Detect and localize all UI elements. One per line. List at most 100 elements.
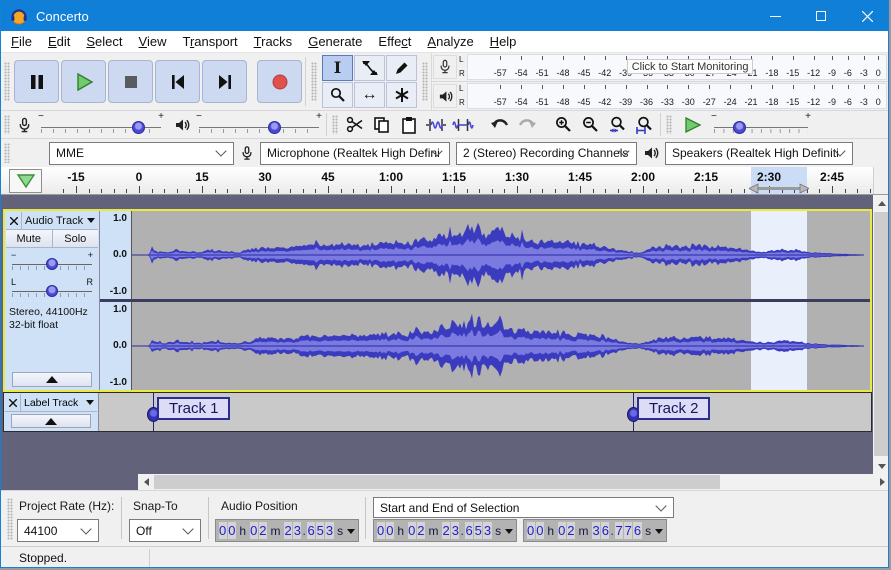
mixer-toolbar-grip[interactable] <box>4 115 10 134</box>
solo-button[interactable]: Solo <box>52 230 98 247</box>
multi-tool-button[interactable] <box>386 82 417 108</box>
recording-volume-slider[interactable]: − + <box>36 111 166 138</box>
minimize-button[interactable] <box>752 1 798 31</box>
label-track[interactable]: Label Track Track 1 Track 2 <box>3 392 872 432</box>
playback-volume-thumb[interactable] <box>267 120 281 134</box>
selection-end-field[interactable]: 00h02m36.776s <box>523 519 667 542</box>
audio-host-select[interactable]: MME <box>49 141 234 165</box>
play-speed-slider[interactable]: − + <box>709 111 813 138</box>
snap-to-select[interactable]: Off <box>129 519 201 542</box>
draw-tool-button[interactable] <box>386 55 417 81</box>
recording-channels-select[interactable]: 2 (Stereo) Recording Channels <box>456 141 637 165</box>
scroll-right-button[interactable] <box>874 474 888 490</box>
cut-button[interactable] <box>342 112 367 137</box>
waveform-left[interactable] <box>132 211 870 299</box>
menu-item-file[interactable]: File <box>3 32 40 51</box>
playback-meter-speaker-button[interactable] <box>433 84 457 109</box>
menu-item-transport[interactable]: Transport <box>174 32 245 51</box>
label-track-close-button[interactable] <box>5 394 21 411</box>
audio-channel-left[interactable]: 1.0 0.0 -1.0 <box>100 211 870 299</box>
selection-mode-select[interactable]: Start and End of Selection <box>373 497 674 518</box>
audio-track-close-button[interactable] <box>6 212 22 229</box>
tools-toolbar-grip[interactable] <box>311 61 317 102</box>
zoom-in-button[interactable] <box>551 112 576 137</box>
pan-thumb[interactable] <box>46 285 58 297</box>
play-button[interactable] <box>61 60 106 103</box>
envelope-tool-button[interactable] <box>354 55 385 81</box>
edit-toolbar-grip[interactable] <box>332 115 338 134</box>
scroll-down-button[interactable] <box>873 458 888 474</box>
vertical-scroll-thumb[interactable] <box>874 212 888 456</box>
selection-resize-arrow-icon[interactable] <box>749 183 809 194</box>
gain-thumb[interactable] <box>46 258 58 270</box>
playback-volume-slider[interactable]: − + <box>194 111 324 138</box>
selection-toolbar-grip[interactable] <box>7 498 13 540</box>
mute-button[interactable]: Mute <box>6 230 53 247</box>
menu-item-effect[interactable]: Effect <box>370 32 419 51</box>
paste-button[interactable] <box>396 112 421 137</box>
playback-meter-body[interactable]: -57 -54 -51 -48 -45 -42 -39 -36 -33 -30 -27 -24 -21-… <box>466 83 887 110</box>
label-track-lane[interactable]: Track 1 Track 2 <box>99 393 871 431</box>
horizontal-scrollbar[interactable] <box>138 474 888 490</box>
skip-to-start-button[interactable] <box>155 60 200 103</box>
pause-button[interactable] <box>14 60 59 103</box>
recording-volume-thumb[interactable] <box>131 120 145 134</box>
recording-meter-body[interactable]: Click to Start Monitoring -57 -54 -51 -48 -4… <box>466 53 887 80</box>
play-at-speed-grip[interactable] <box>666 115 672 134</box>
monitoring-overlay[interactable]: Click to Start Monitoring <box>626 58 754 74</box>
menu-item-help[interactable]: Help <box>482 32 525 51</box>
audio-track-collapse-button[interactable] <box>12 372 92 387</box>
close-button[interactable] <box>844 1 888 31</box>
menu-item-tracks[interactable]: Tracks <box>246 32 301 51</box>
trim-audio-button[interactable] <box>423 112 448 137</box>
silence-audio-button[interactable] <box>450 112 475 137</box>
recording-device-select[interactable]: Microphone (Realtek High Defini <box>260 141 450 165</box>
selection-start-field[interactable]: 00h02m23.653s <box>373 519 517 542</box>
audio-track-name-menu[interactable]: Audio Track <box>22 212 98 229</box>
maximize-button[interactable] <box>798 1 844 31</box>
zoom-out-button[interactable] <box>578 112 603 137</box>
time-shift-tool-button[interactable]: ↔ <box>354 82 385 108</box>
track-area[interactable]: Audio Track Mute Solo − + L R Stereo, 44… <box>1 195 888 474</box>
audio-channel-right[interactable]: 1.0 0.0 -1.0 <box>100 302 870 390</box>
playback-device-select[interactable]: Speakers (Realtek High Definiti <box>665 141 853 165</box>
project-rate-select[interactable]: 44100 <box>17 519 99 542</box>
play-speed-thumb[interactable] <box>733 120 747 134</box>
quick-play-button[interactable] <box>9 169 42 193</box>
menu-item-analyze[interactable]: Analyze <box>419 32 481 51</box>
zoom-tool-button[interactable] <box>322 82 353 108</box>
label-track-collapse-button[interactable] <box>11 414 91 428</box>
scroll-up-button[interactable] <box>873 195 888 211</box>
audio-position-field[interactable]: 00h02m23.653s <box>215 519 359 542</box>
device-toolbar-grip[interactable] <box>4 143 10 163</box>
label-text-box[interactable]: Track 1 <box>157 397 231 420</box>
recording-meter-mic-button[interactable] <box>433 54 457 79</box>
vertical-scrollbar[interactable] <box>873 195 888 474</box>
label-text-box[interactable]: Track 2 <box>637 397 711 420</box>
record-button[interactable] <box>257 60 302 103</box>
audio-track[interactable]: Audio Track Mute Solo − + L R Stereo, 44… <box>3 209 872 392</box>
fit-project-button[interactable] <box>632 112 657 137</box>
play-at-speed-button[interactable] <box>676 112 708 137</box>
menu-item-view[interactable]: View <box>131 32 175 51</box>
zoom-to-selection-button[interactable] <box>605 112 630 137</box>
menu-item-select[interactable]: Select <box>78 32 130 51</box>
meter-toolbar-grip[interactable] <box>422 61 428 102</box>
gain-slider[interactable]: − + <box>10 250 94 275</box>
pan-slider[interactable]: L R <box>10 277 94 302</box>
waveform-right[interactable] <box>132 302 870 390</box>
transport-toolbar-grip[interactable] <box>4 61 10 102</box>
stop-button[interactable] <box>108 60 153 103</box>
scroll-left-button[interactable] <box>138 474 154 490</box>
menu-item-generate[interactable]: Generate <box>300 32 370 51</box>
skip-to-end-button[interactable] <box>202 60 247 103</box>
selection-tool-button[interactable]: I <box>322 55 353 81</box>
menu-item-edit[interactable]: Edit <box>40 32 78 51</box>
timeline-ruler[interactable]: -15 0 15 30 45 1:00 1:15 1:30 1:45 2:00 2:15 2:30 2:… <box>1 167 888 195</box>
undo-button[interactable] <box>487 112 512 137</box>
redo-button[interactable] <box>514 112 539 137</box>
label-track-name-menu[interactable]: Label Track <box>21 394 97 411</box>
horizontal-scroll-thumb[interactable] <box>154 475 720 489</box>
copy-button[interactable] <box>369 112 394 137</box>
recording-meter[interactable]: LR Click to Start Monitoring -57 -54 -51 -4… <box>431 52 888 81</box>
